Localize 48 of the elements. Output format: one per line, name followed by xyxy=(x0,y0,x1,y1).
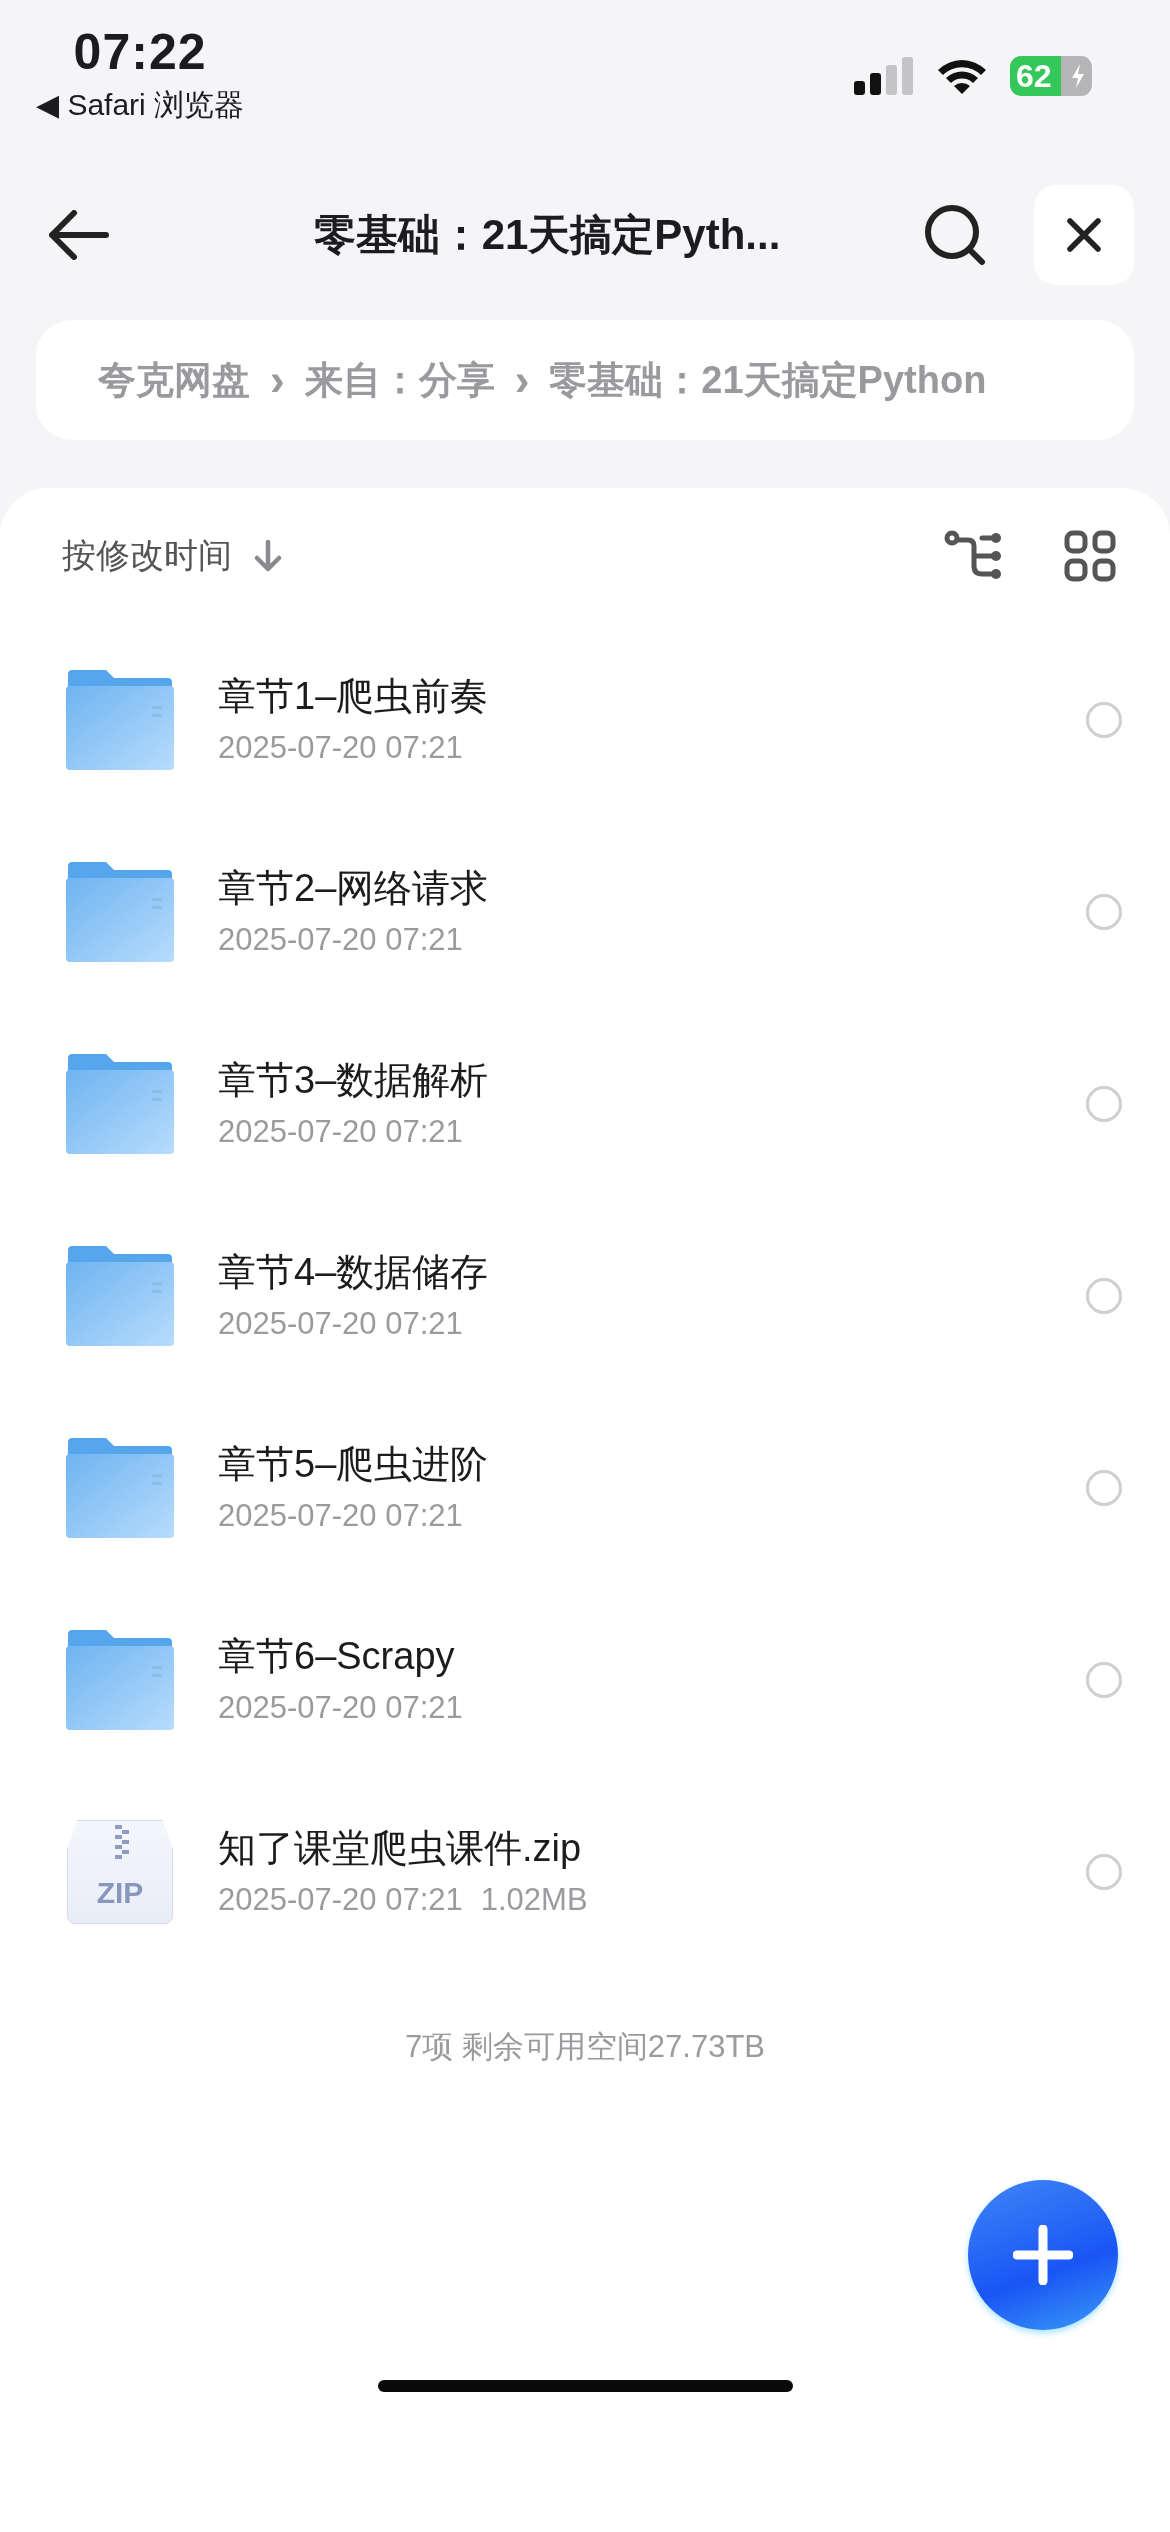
file-name[interactable]: 章节3–数据解析 xyxy=(218,1057,1086,1103)
folder-icon xyxy=(66,1054,174,1154)
modified-date: 2025-07-20 07:21 xyxy=(218,1497,463,1535)
sort-label[interactable]: 按修改时间 xyxy=(62,533,232,579)
modified-date: 2025-07-20 07:21 xyxy=(218,1113,463,1151)
file-name[interactable]: 章节2–网络请求 xyxy=(218,865,1086,911)
back-arrow-icon[interactable] xyxy=(46,210,110,260)
modified-date: 2025-07-20 07:21 xyxy=(218,1305,463,1343)
down-arrow-icon[interactable] xyxy=(254,540,282,572)
file-name[interactable]: 知了课堂爬虫课件.zip xyxy=(218,1825,1086,1871)
folder-icon xyxy=(66,1438,174,1538)
chevron-separator: › xyxy=(514,355,530,405)
wifi-icon xyxy=(936,57,988,95)
close-icon xyxy=(1066,217,1102,253)
modified-date: 2025-07-20 07:21 xyxy=(218,1689,463,1727)
folder-icon xyxy=(66,1630,174,1730)
close-button[interactable] xyxy=(1034,185,1134,285)
folder-icon xyxy=(66,670,174,770)
file-name[interactable]: 章节1–爬虫前奏 xyxy=(218,673,1086,719)
folder-icon xyxy=(66,862,174,962)
cellular-signal-icon xyxy=(854,57,914,95)
file-name[interactable]: 章节5–爬虫进阶 xyxy=(218,1441,1086,1487)
modified-date: 2025-07-20 07:21 xyxy=(218,729,463,767)
storage-summary: 7项 剩余可用空间27.73TB xyxy=(403,2028,766,2066)
page-title: 零基础：21天搞定Pyth... xyxy=(312,210,782,260)
select-radio[interactable] xyxy=(1086,894,1122,930)
select-radio[interactable] xyxy=(1086,1086,1122,1122)
file-size: 1.02MB xyxy=(480,1881,588,1919)
file-name[interactable]: 章节4–数据储存 xyxy=(218,1249,1086,1295)
chevron-separator: › xyxy=(270,355,285,405)
select-radio[interactable] xyxy=(1086,702,1122,738)
battery-indicator: 62 xyxy=(1010,56,1092,96)
folder-icon xyxy=(66,1246,174,1346)
zipper-icon xyxy=(115,1825,129,1859)
search-icon[interactable] xyxy=(924,204,986,266)
file-type-label: ZIP xyxy=(95,1877,145,1909)
modified-date: 2025-07-20 07:21 xyxy=(218,1881,463,1919)
plus-icon xyxy=(1013,2225,1073,2285)
grid-view-icon[interactable] xyxy=(1064,530,1116,582)
tree-view-icon[interactable] xyxy=(944,530,1004,582)
file-name[interactable]: 章节6–Scrapy xyxy=(218,1633,1086,1679)
select-radio[interactable] xyxy=(1086,1470,1122,1506)
clock-time: 07:22 xyxy=(73,23,207,82)
back-to-app-link[interactable]: ◀ Safari 浏览器 xyxy=(36,86,245,124)
select-radio[interactable] xyxy=(1086,1278,1122,1314)
select-radio[interactable] xyxy=(1086,1662,1122,1698)
select-radio[interactable] xyxy=(1086,1854,1122,1890)
modified-date: 2025-07-20 07:21 xyxy=(218,921,463,959)
